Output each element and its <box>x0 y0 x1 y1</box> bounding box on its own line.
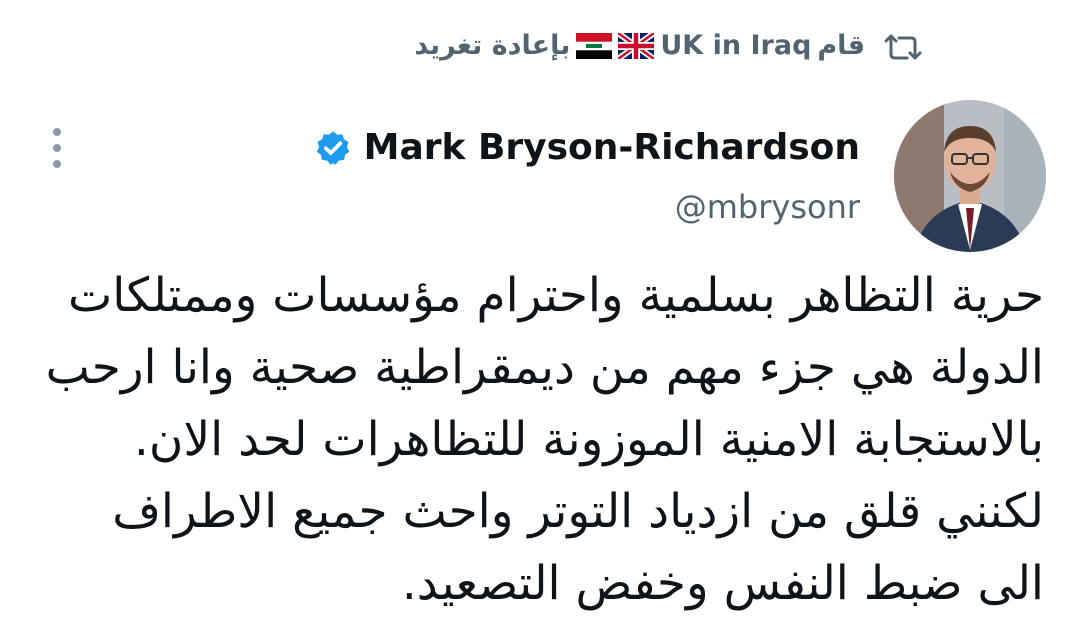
verified-badge-icon <box>316 130 349 165</box>
more-dot <box>53 160 61 168</box>
more-options-icon[interactable] <box>50 128 64 168</box>
tweet-card: قام UK in Iraq بإعادة تغريد Mark Bryson-… <box>0 0 1080 620</box>
retweet-icon <box>884 34 922 60</box>
more-dot <box>53 144 61 152</box>
author-handle[interactable]: @mbrysonr <box>675 188 860 226</box>
author-name-row[interactable]: Mark Bryson-Richardson <box>314 127 860 168</box>
retweet-suffix: بإعادة تغريد <box>414 30 571 61</box>
retweet-context[interactable]: قام UK in Iraq بإعادة تغريد <box>414 30 865 61</box>
more-dot <box>53 128 61 136</box>
retweet-prefix: قام <box>817 30 865 61</box>
retweeter-name[interactable]: UK in Iraq <box>660 30 811 61</box>
author-display-name[interactable]: Mark Bryson-Richardson <box>364 127 860 168</box>
avatar-image <box>894 100 1046 252</box>
tweet-text: حرية التظاهر بسلمية واحترام مؤسسات وممتل… <box>45 268 1044 611</box>
avatar[interactable] <box>894 100 1046 252</box>
uk-flag-icon <box>618 32 655 59</box>
iraq-flag-icon <box>576 32 613 59</box>
